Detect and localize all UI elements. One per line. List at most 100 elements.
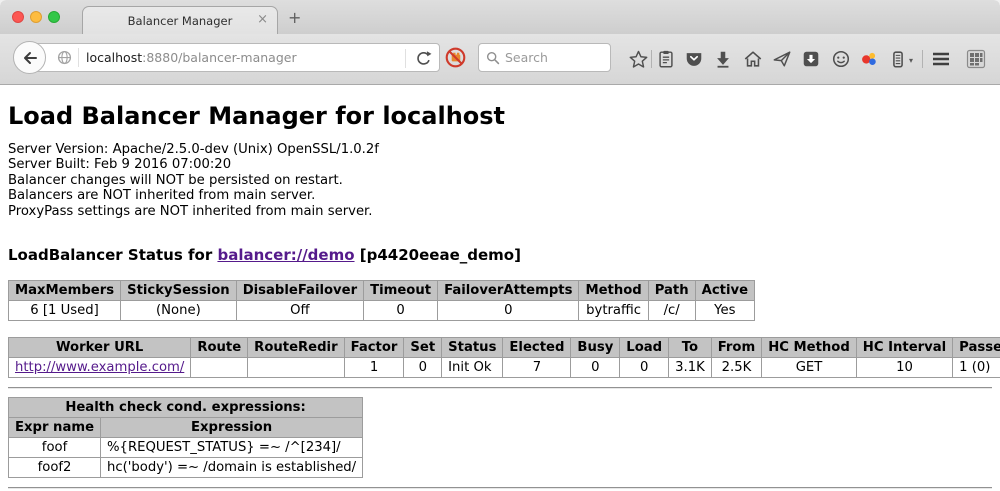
cell-busy: 0 bbox=[571, 358, 620, 378]
home-icon[interactable] bbox=[741, 47, 765, 71]
worker-status-table: Worker URL Route RouteRedir Factor Set S… bbox=[8, 337, 1000, 378]
col-maxmembers: MaxMembers bbox=[9, 281, 121, 301]
site-identity-globe-icon[interactable] bbox=[57, 50, 72, 65]
worker-url-link[interactable]: http://www.example.com/ bbox=[15, 360, 184, 375]
chevron-down-icon[interactable]: ▾ bbox=[909, 56, 913, 65]
col-passes: Passes bbox=[953, 338, 1000, 358]
balancer-settings-table: MaxMembers StickySession DisableFailover… bbox=[8, 280, 755, 321]
status-heading-suffix: [p4420eeae_demo] bbox=[355, 246, 521, 264]
downloads-icon[interactable] bbox=[711, 47, 735, 71]
cell-hc-interval: 10 bbox=[856, 358, 952, 378]
cell-elected: 7 bbox=[503, 358, 571, 378]
cell-passes: 1 (0) bbox=[953, 358, 1000, 378]
col-routeredir: RouteRedir bbox=[248, 338, 344, 358]
worker-data-row: http://www.example.com/ 1 0 Init Ok 7 0 … bbox=[9, 358, 1000, 378]
tab-close-icon[interactable]: × bbox=[257, 12, 268, 27]
cell-hc-method: GET bbox=[762, 358, 857, 378]
health-table-title: Health check cond. expressions: bbox=[9, 398, 363, 418]
cell-method: bytraffic bbox=[579, 301, 648, 321]
col-status: Status bbox=[442, 338, 503, 358]
server-info: Server Version: Apache/2.5.0-dev (Unix) … bbox=[8, 142, 992, 219]
col-load: Load bbox=[620, 338, 669, 358]
status-heading-prefix: LoadBalancer Status for bbox=[8, 246, 217, 264]
health-data-row: foof %{REQUEST_STATUS} =~ /^[234]/ bbox=[9, 438, 363, 458]
col-hc-interval: HC Interval bbox=[856, 338, 952, 358]
minimize-window-button[interactable] bbox=[30, 11, 42, 23]
tab-balancer-manager[interactable]: Balancer Manager × bbox=[82, 6, 278, 34]
cell-stickysession: (None) bbox=[121, 301, 237, 321]
col-failoverattempts: FailoverAttempts bbox=[438, 281, 579, 301]
zoom-window-button[interactable] bbox=[48, 11, 60, 23]
col-from: From bbox=[711, 338, 761, 358]
cell-timeout: 0 bbox=[364, 301, 438, 321]
cell-set: 0 bbox=[404, 358, 442, 378]
back-button[interactable] bbox=[13, 41, 46, 74]
cell-routeredir bbox=[248, 358, 344, 378]
tab-title: Balancer Manager bbox=[128, 14, 233, 28]
col-timeout: Timeout bbox=[364, 281, 438, 301]
extension-colordots-icon[interactable] bbox=[857, 47, 881, 71]
col-worker-url: Worker URL bbox=[9, 338, 191, 358]
col-factor: Factor bbox=[344, 338, 404, 358]
cell-route bbox=[191, 358, 248, 378]
container-battery-icon[interactable] bbox=[886, 47, 910, 71]
cell-status: Init Ok bbox=[442, 358, 503, 378]
url-path: :8880/balancer-manager bbox=[142, 50, 296, 65]
search-icon bbox=[486, 51, 500, 65]
col-to: To bbox=[669, 338, 712, 358]
loadbalancer-status-heading: LoadBalancer Status for balancer://demo … bbox=[8, 246, 992, 264]
server-version-line: Server Version: Apache/2.5.0-dev (Unix) … bbox=[8, 142, 992, 157]
col-active: Active bbox=[695, 281, 754, 301]
url-text[interactable]: localhost:8880/balancer-manager bbox=[86, 50, 297, 65]
search-input[interactable] bbox=[505, 50, 600, 65]
col-disablefailover: DisableFailover bbox=[236, 281, 363, 301]
identity-separator bbox=[78, 48, 79, 67]
send-tab-icon[interactable] bbox=[770, 47, 794, 71]
browser-window: Balancer Manager × + localhost:8880/bala… bbox=[0, 0, 1000, 491]
tab-groups-grid-icon[interactable] bbox=[964, 47, 988, 71]
balancer-data-row: 6 [1 Used] (None) Off 0 0 bytraffic /c/ … bbox=[9, 301, 755, 321]
page-title: Load Balancer Manager for localhost bbox=[8, 102, 992, 130]
col-elected: Elected bbox=[503, 338, 571, 358]
balancer-header-row: MaxMembers StickySession DisableFailover… bbox=[9, 281, 755, 301]
persist-notice-line: Balancer changes will NOT be persisted o… bbox=[8, 173, 992, 188]
col-expression: Expression bbox=[101, 418, 363, 438]
cell-expr-name-foof: foof bbox=[9, 438, 101, 458]
url-host: localhost bbox=[86, 50, 142, 65]
plugin-blocked-icon[interactable] bbox=[445, 47, 466, 72]
worker-header-row: Worker URL Route RouteRedir Factor Set S… bbox=[9, 338, 1000, 358]
tab-bar: Balancer Manager × + bbox=[0, 0, 1000, 34]
cell-active: Yes bbox=[695, 301, 754, 321]
reading-list-icon[interactable] bbox=[654, 47, 678, 71]
col-set: Set bbox=[404, 338, 442, 358]
cell-to: 3.1K bbox=[669, 358, 712, 378]
navigation-toolbar: localhost:8880/balancer-manager bbox=[0, 34, 1000, 85]
save-to-drive-icon[interactable] bbox=[799, 47, 823, 71]
horizontal-rule bbox=[8, 387, 992, 389]
health-header-row: Expr name Expression bbox=[9, 418, 363, 438]
toolbar-separator bbox=[922, 50, 923, 68]
cell-worker-url: http://www.example.com/ bbox=[9, 358, 191, 378]
cell-path: /c/ bbox=[648, 301, 695, 321]
feedback-smiley-icon[interactable] bbox=[829, 47, 853, 71]
health-title-row: Health check cond. expressions: bbox=[9, 398, 363, 418]
url-bar[interactable]: localhost:8880/balancer-manager bbox=[29, 43, 440, 72]
cell-expr-name-foof2: foof2 bbox=[9, 458, 101, 478]
balancer-demo-link[interactable]: balancer://demo bbox=[217, 246, 354, 264]
health-data-row: foof2 hc('body') =~ /domain is establish… bbox=[9, 458, 363, 478]
search-bar[interactable] bbox=[478, 43, 611, 72]
close-window-button[interactable] bbox=[12, 11, 24, 23]
reload-separator bbox=[405, 49, 406, 68]
reload-button[interactable] bbox=[414, 49, 432, 67]
cell-expression-foof2: hc('body') =~ /domain is established/ bbox=[101, 458, 363, 478]
new-tab-button[interactable]: + bbox=[288, 10, 301, 26]
cell-maxmembers: 6 [1 Used] bbox=[9, 301, 121, 321]
col-route: Route bbox=[191, 338, 248, 358]
bookmark-star-icon[interactable] bbox=[626, 47, 650, 71]
cell-load: 0 bbox=[620, 358, 669, 378]
col-hc-method: HC Method bbox=[762, 338, 857, 358]
toolbar-separator bbox=[651, 50, 652, 68]
col-method: Method bbox=[579, 281, 648, 301]
pocket-icon[interactable] bbox=[682, 47, 706, 71]
menu-hamburger-icon[interactable] bbox=[929, 47, 953, 71]
